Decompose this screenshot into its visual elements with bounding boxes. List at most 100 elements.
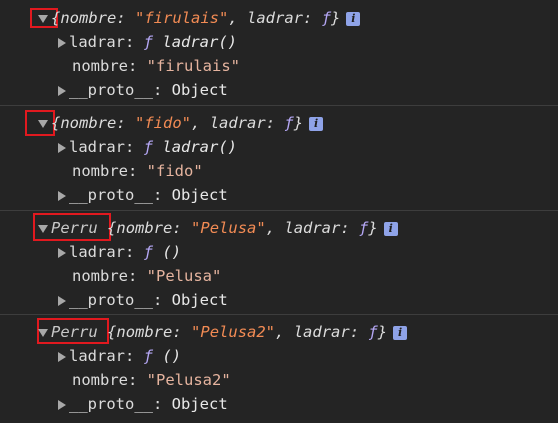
- function-symbol: ƒ: [143, 138, 154, 156]
- console-object-entry-3: Perru {nombre: "Pelusa", ladrar: ƒ} i lad…: [0, 211, 558, 315]
- property-value: "firulais": [146, 57, 240, 75]
- expand-triangle-right-icon[interactable]: [58, 190, 66, 201]
- close-brace: }: [377, 323, 388, 341]
- property-key: __proto__: [69, 81, 153, 99]
- property-value: ladrar(): [162, 138, 238, 156]
- colon: :: [153, 186, 172, 204]
- object-summary-row[interactable]: {nombre: "firulais", ladrar: ƒ} i: [38, 6, 361, 30]
- colon: :: [125, 33, 144, 51]
- expand-triangle-right-icon[interactable]: [58, 399, 66, 410]
- property-key: __proto__: [69, 395, 153, 413]
- colon: :: [125, 138, 144, 156]
- info-icon[interactable]: i: [346, 11, 361, 26]
- colon: :: [265, 114, 285, 132]
- property-value: Object: [171, 395, 228, 413]
- open-brace: {: [107, 219, 117, 237]
- property-key: nombre: [72, 371, 128, 389]
- colon: :: [125, 347, 144, 365]
- preview-key-nombre: nombre: [116, 323, 173, 341]
- open-brace: {: [51, 9, 61, 27]
- property-row-nombre: nombre: "firulais": [72, 54, 240, 78]
- property-value: (): [162, 243, 182, 261]
- property-row-proto[interactable]: __proto__: Object: [58, 392, 228, 416]
- colon: :: [128, 57, 147, 75]
- property-key: __proto__: [69, 291, 153, 309]
- close-brace: }: [293, 114, 304, 132]
- property-key: ladrar: [69, 138, 125, 156]
- preview-value-nombre: "Pelusa2": [191, 323, 276, 341]
- info-icon[interactable]: i: [383, 221, 398, 236]
- object-summary-row[interactable]: Perru {nombre: "Pelusa", ladrar: ƒ} i: [38, 216, 398, 240]
- preview-value-nombre: "firulais": [135, 9, 229, 27]
- property-row-ladrar[interactable]: ladrar: ƒ ladrar(): [58, 30, 237, 54]
- function-symbol: ƒ: [143, 243, 154, 261]
- property-row-proto[interactable]: __proto__: Object: [58, 183, 228, 207]
- colon: :: [303, 9, 322, 27]
- expand-triangle-down-icon[interactable]: [38, 328, 48, 337]
- property-row-ladrar[interactable]: ladrar: ƒ (): [58, 240, 181, 264]
- object-summary-row[interactable]: {nombre: "fido", ladrar: ƒ} i: [38, 111, 324, 135]
- console-object-entry-2: {nombre: "fido", ladrar: ƒ} i ladrar: ƒ l…: [0, 106, 558, 211]
- open-brace: {: [107, 323, 117, 341]
- colon: :: [340, 219, 360, 237]
- property-value: "Pelusa2": [146, 371, 231, 389]
- colon: :: [153, 81, 172, 99]
- constructor-name: Perru: [51, 323, 98, 341]
- object-preview: {nombre: "firulais", ladrar: ƒ}: [51, 9, 340, 27]
- preview-key-ladrar: ladrar: [247, 9, 304, 27]
- colon: :: [172, 323, 192, 341]
- property-row-proto[interactable]: __proto__: Object: [58, 78, 228, 102]
- colon: :: [153, 395, 172, 413]
- property-row-ladrar[interactable]: ladrar: ƒ (): [58, 344, 181, 368]
- colon: :: [349, 323, 369, 341]
- property-row-ladrar[interactable]: ladrar: ƒ ladrar(): [58, 135, 237, 159]
- expand-triangle-right-icon[interactable]: [58, 37, 66, 48]
- comma: ,: [228, 9, 248, 27]
- property-key: nombre: [72, 267, 128, 285]
- property-value: Object: [171, 186, 228, 204]
- expand-triangle-right-icon[interactable]: [58, 142, 66, 153]
- property-value: "Pelusa": [146, 267, 222, 285]
- preview-key-nombre: nombre: [60, 9, 117, 27]
- preview-key-nombre: nombre: [60, 114, 117, 132]
- info-icon[interactable]: i: [309, 116, 324, 131]
- preview-value-nombre: "fido": [135, 114, 192, 132]
- colon: :: [128, 267, 147, 285]
- comma: ,: [191, 114, 210, 132]
- close-brace: }: [368, 219, 378, 237]
- property-value: (): [162, 347, 182, 365]
- object-summary-row[interactable]: Perru {nombre: "Pelusa2", ladrar: ƒ} i: [38, 320, 408, 344]
- expand-triangle-down-icon[interactable]: [38, 14, 48, 23]
- property-value: Object: [171, 291, 228, 309]
- property-key: ladrar: [69, 33, 125, 51]
- object-preview: {nombre: "Pelusa2", ladrar: ƒ}: [107, 323, 387, 341]
- colon: :: [153, 291, 172, 309]
- expand-triangle-right-icon[interactable]: [58, 351, 66, 362]
- colon: :: [172, 219, 192, 237]
- colon: :: [128, 371, 147, 389]
- property-key: __proto__: [69, 186, 153, 204]
- property-key: nombre: [72, 57, 128, 75]
- comma: ,: [275, 323, 294, 341]
- colon: :: [116, 9, 136, 27]
- expand-triangle-down-icon[interactable]: [38, 119, 48, 128]
- object-preview: {nombre: "fido", ladrar: ƒ}: [51, 114, 303, 132]
- expand-triangle-right-icon[interactable]: [58, 295, 66, 306]
- colon: :: [116, 114, 136, 132]
- constructor-name: Perru: [51, 219, 98, 237]
- property-value: "fido": [146, 162, 203, 180]
- property-key: ladrar: [69, 347, 125, 365]
- function-symbol: ƒ: [143, 347, 154, 365]
- preview-key-ladrar: ladrar: [293, 323, 350, 341]
- expand-triangle-right-icon[interactable]: [58, 85, 66, 96]
- property-value: Object: [171, 81, 228, 99]
- expand-triangle-right-icon[interactable]: [58, 247, 66, 258]
- property-row-nombre: nombre: "Pelusa": [72, 264, 221, 288]
- info-icon[interactable]: i: [393, 325, 408, 340]
- colon: :: [128, 162, 147, 180]
- console-object-entry-1: {nombre: "firulais", ladrar: ƒ} i ladrar:…: [0, 0, 558, 106]
- property-key: nombre: [72, 162, 128, 180]
- expand-triangle-down-icon[interactable]: [38, 224, 48, 233]
- preview-value-nombre: "Pelusa": [191, 219, 266, 237]
- property-row-proto[interactable]: __proto__: Object: [58, 288, 228, 312]
